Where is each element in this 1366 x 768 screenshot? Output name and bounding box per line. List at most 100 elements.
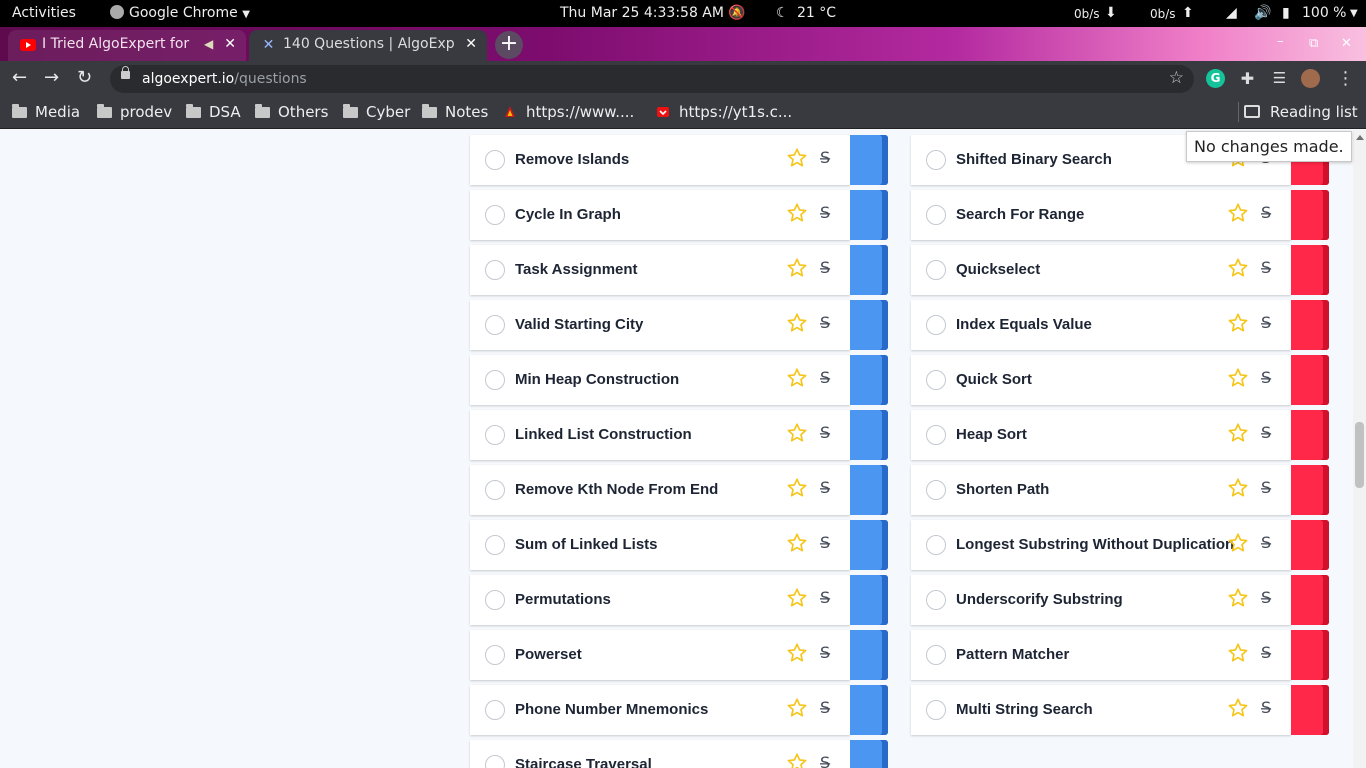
completion-checkbox[interactable] (485, 535, 505, 555)
url-text[interactable]: algoexpert.io/questions (142, 71, 307, 87)
question-card[interactable]: Heap Sort S̶ (911, 410, 1291, 460)
new-tab-button[interactable]: + (495, 31, 523, 59)
question-card[interactable]: Multi String Search S̶ (911, 685, 1291, 735)
chrome-menu-icon[interactable]: ⋮ (1336, 69, 1355, 88)
star-icon[interactable] (786, 587, 808, 609)
completion-checkbox[interactable] (926, 260, 946, 280)
question-card[interactable]: Remove Islands S̶ (470, 135, 850, 185)
bookmark-folder-dsa[interactable]: DSA (186, 103, 241, 121)
question-row[interactable]: Sum of Linked Lists S̶ (470, 520, 888, 570)
question-card[interactable]: Pattern Matcher S̶ (911, 630, 1291, 680)
completion-checkbox[interactable] (485, 315, 505, 335)
completion-checkbox[interactable] (485, 370, 505, 390)
question-title[interactable]: Phone Number Mnemonics (515, 701, 708, 718)
question-card[interactable]: Task Assignment S̶ (470, 245, 850, 295)
star-icon[interactable] (786, 257, 808, 279)
strikethrough-icon[interactable]: S̶ (1261, 533, 1271, 552)
star-icon[interactable] (1227, 697, 1249, 719)
question-card[interactable]: Search For Range S̶ (911, 190, 1291, 240)
completion-checkbox[interactable] (485, 205, 505, 225)
strikethrough-icon[interactable]: S̶ (820, 478, 830, 497)
strikethrough-icon[interactable]: S̶ (820, 148, 830, 167)
question-card[interactable]: Sum of Linked Lists S̶ (470, 520, 850, 570)
completion-checkbox[interactable] (926, 700, 946, 720)
bookmark-folder-notes[interactable]: Notes (422, 103, 488, 121)
question-row[interactable]: Quick Sort S̶ (911, 355, 1329, 405)
minimize-icon[interactable]: – (1277, 34, 1284, 49)
question-card[interactable]: Staircase Traversal S̶ (470, 740, 850, 768)
star-icon[interactable] (786, 422, 808, 444)
strikethrough-icon[interactable]: S̶ (820, 588, 830, 607)
wifi-icon[interactable]: ◢ (1226, 5, 1237, 21)
back-icon[interactable]: ← (12, 67, 27, 88)
strikethrough-icon[interactable]: S̶ (1261, 313, 1271, 332)
completion-checkbox[interactable] (926, 425, 946, 445)
star-icon[interactable] (1227, 477, 1249, 499)
question-row[interactable]: Permutations S̶ (470, 575, 888, 625)
strikethrough-icon[interactable]: S̶ (820, 368, 830, 387)
star-icon[interactable] (786, 367, 808, 389)
question-title[interactable]: Quickselect (956, 261, 1040, 278)
close-tab-icon[interactable]: ✕ (224, 36, 236, 52)
reload-icon[interactable]: ↻ (77, 67, 92, 88)
question-row[interactable]: Multi String Search S̶ (911, 685, 1329, 735)
scroll-up-arrow-icon[interactable] (1356, 135, 1364, 140)
strikethrough-icon[interactable]: S̶ (820, 753, 830, 768)
question-row[interactable]: Index Equals Value S̶ (911, 300, 1329, 350)
question-row[interactable]: Min Heap Construction S̶ (470, 355, 888, 405)
bookmark-folder-cyber[interactable]: Cyber (343, 103, 410, 121)
question-title[interactable]: Valid Starting City (515, 316, 643, 333)
star-icon[interactable] (786, 752, 808, 768)
question-row[interactable]: Longest Substring Without Duplication S̶ (911, 520, 1329, 570)
app-menu[interactable]: Google Chrome ▼ (110, 5, 250, 21)
activities-button[interactable]: Activities (12, 5, 76, 21)
question-title[interactable]: Permutations (515, 591, 611, 608)
completion-checkbox[interactable] (926, 315, 946, 335)
completion-checkbox[interactable] (926, 150, 946, 170)
question-row[interactable]: Search For Range S̶ (911, 190, 1329, 240)
question-card[interactable]: Linked List Construction S̶ (470, 410, 850, 460)
question-row[interactable]: Linked List Construction S̶ (470, 410, 888, 460)
question-card[interactable]: Underscorify Substring S̶ (911, 575, 1291, 625)
question-title[interactable]: Task Assignment (515, 261, 638, 278)
question-title[interactable]: Staircase Traversal (515, 756, 652, 768)
close-window-icon[interactable]: ✕ (1341, 36, 1352, 51)
question-card[interactable]: Min Heap Construction S̶ (470, 355, 850, 405)
strikethrough-icon[interactable]: S̶ (820, 643, 830, 662)
bookmark-link-yt1s[interactable]: https://yt1s.c... (656, 103, 792, 121)
tab-youtube[interactable]: I Tried AlgoExpert for ◀︎ ✕ (8, 30, 246, 61)
completion-checkbox[interactable] (485, 590, 505, 610)
question-row[interactable]: Powerset S̶ (470, 630, 888, 680)
clock[interactable]: Thu Mar 25 4:33:58 AM (560, 5, 724, 21)
completion-checkbox[interactable] (485, 700, 505, 720)
completion-checkbox[interactable] (926, 590, 946, 610)
volume-icon[interactable]: 🔊 (1254, 5, 1271, 21)
completion-checkbox[interactable] (926, 370, 946, 390)
question-card[interactable]: Permutations S̶ (470, 575, 850, 625)
close-tab-icon[interactable]: ✕ (465, 36, 477, 52)
strikethrough-icon[interactable]: S̶ (820, 258, 830, 277)
maximize-icon[interactable]: ⧉ (1309, 36, 1318, 51)
strikethrough-icon[interactable]: S̶ (820, 533, 830, 552)
question-title[interactable]: Heap Sort (956, 426, 1027, 443)
star-icon[interactable] (786, 147, 808, 169)
question-card[interactable]: Quickselect S̶ (911, 245, 1291, 295)
strikethrough-icon[interactable]: S̶ (1261, 478, 1271, 497)
star-icon[interactable] (786, 477, 808, 499)
question-row[interactable]: Staircase Traversal S̶ (470, 740, 888, 768)
question-title[interactable]: Linked List Construction (515, 426, 692, 443)
question-title[interactable]: Remove Islands (515, 151, 629, 168)
extensions-icon[interactable]: ✚ (1238, 69, 1257, 88)
star-icon[interactable] (786, 642, 808, 664)
profile-avatar[interactable] (1301, 69, 1320, 88)
question-card[interactable]: Shorten Path S̶ (911, 465, 1291, 515)
completion-checkbox[interactable] (485, 645, 505, 665)
question-title[interactable]: Shorten Path (956, 481, 1049, 498)
completion-checkbox[interactable] (926, 480, 946, 500)
question-title[interactable]: Multi String Search (956, 701, 1093, 718)
page-scrollbar[interactable] (1353, 130, 1366, 768)
question-card[interactable]: Remove Kth Node From End S̶ (470, 465, 850, 515)
question-row[interactable]: Quickselect S̶ (911, 245, 1329, 295)
star-icon[interactable] (1227, 312, 1249, 334)
scrollbar-thumb[interactable] (1355, 422, 1364, 488)
